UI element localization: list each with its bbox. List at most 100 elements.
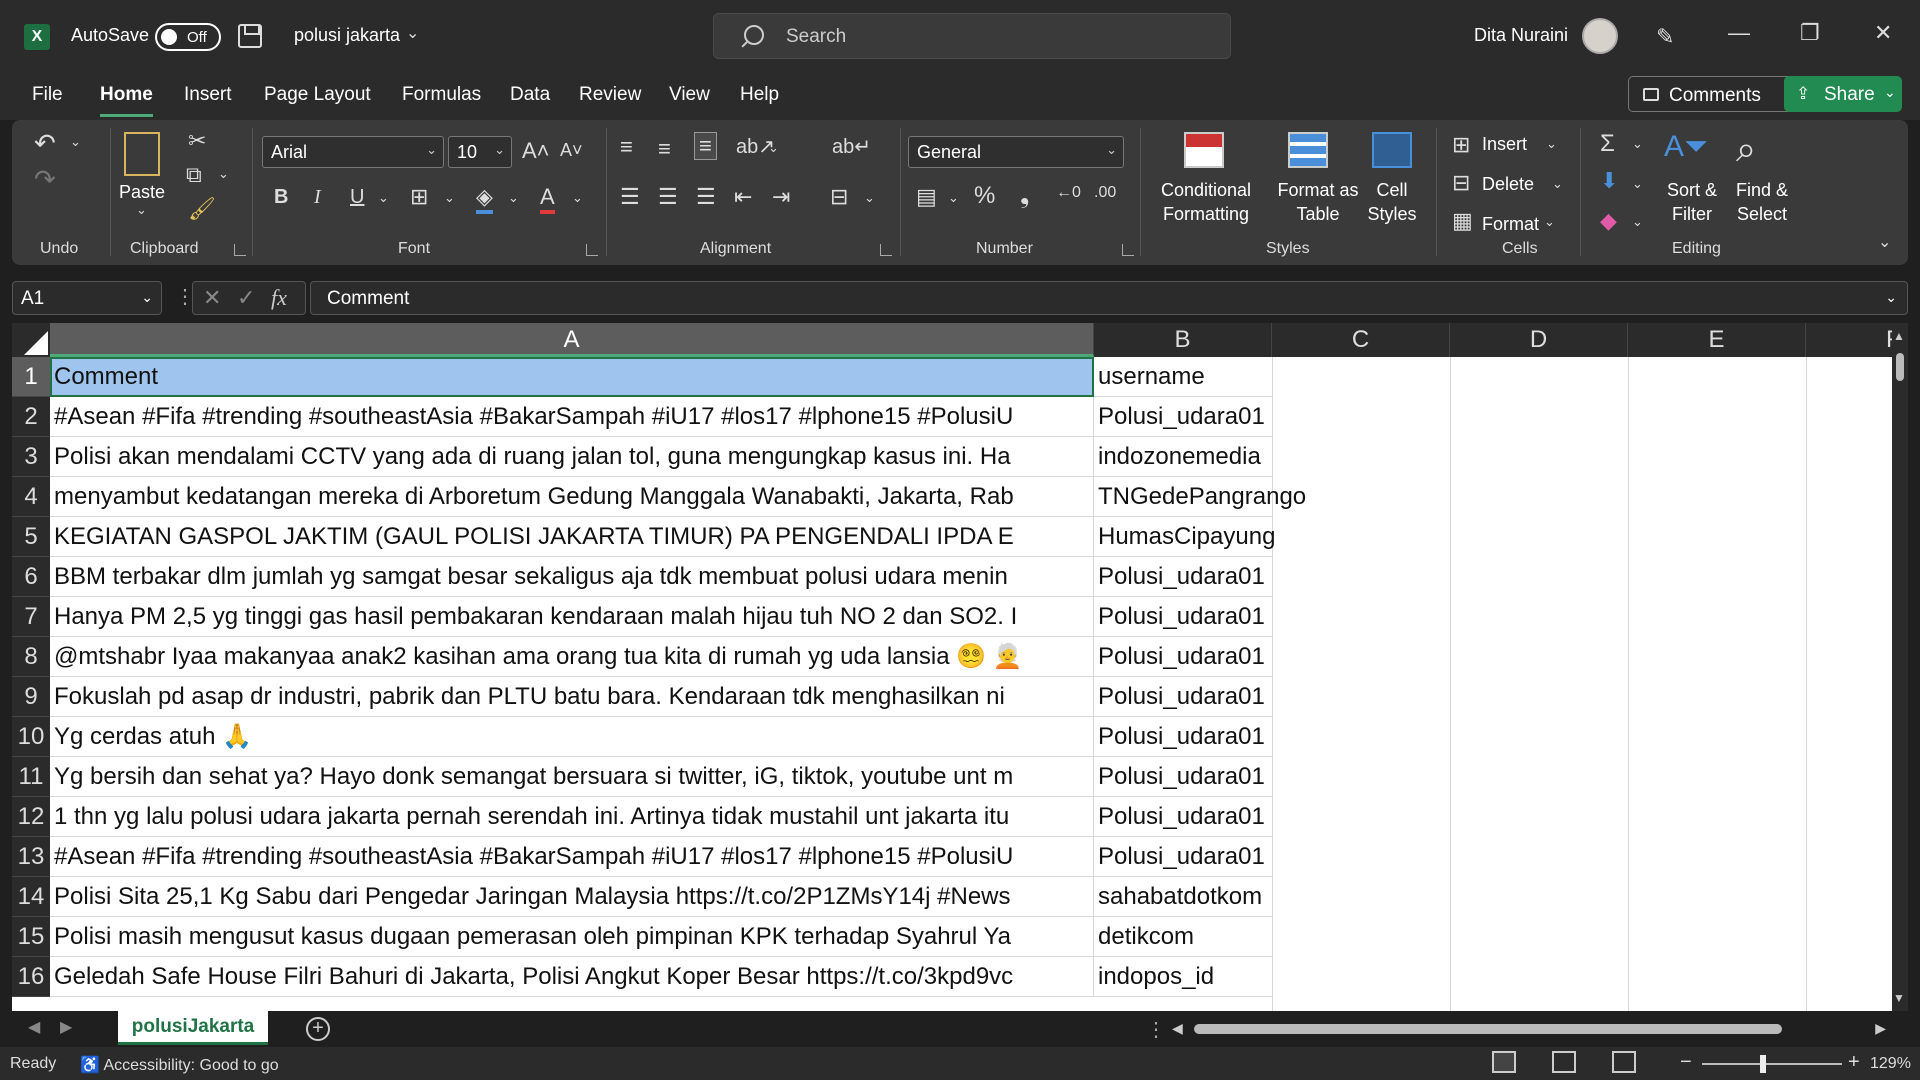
horizontal-scrollbar[interactable]: ◀ ▶ [1172,1017,1886,1041]
chevron-down-icon[interactable]: ⌄ [1544,214,1555,230]
row-header[interactable]: 10 [12,717,50,757]
scroll-down-icon[interactable]: ▼ [1893,991,1905,1005]
formula-input[interactable]: Comment ⌄ [310,281,1908,315]
chevron-down-icon[interactable]: ⌄ [141,289,153,306]
increase-font-icon[interactable]: A˄ [522,138,550,164]
find-select-icon[interactable]: ⌕ [1736,128,1756,171]
enter-icon[interactable]: ✓ [237,285,255,311]
percent-icon[interactable]: % [974,182,995,210]
align-center-icon[interactable]: ☰ [658,184,678,210]
delete-label[interactable]: Delete [1482,172,1534,196]
row-header[interactable]: 7 [12,597,50,637]
italic-icon[interactable]: I [314,186,321,209]
decrease-indent-icon[interactable]: ⇤ [734,184,752,210]
cell-username[interactable]: indopos_id [1094,957,1272,997]
format-as-table-line2[interactable]: Table [1268,202,1368,226]
zoom-slider[interactable] [1702,1063,1842,1065]
row-header[interactable]: 13 [12,837,50,877]
decrease-decimal-icon[interactable]: .00 [1094,184,1116,202]
format-as-table-icon[interactable] [1288,132,1328,168]
find-select-line2[interactable]: Select [1722,202,1802,226]
cell-username[interactable]: username [1094,357,1272,397]
comments-button[interactable]: Comments [1628,76,1806,112]
tab-insert[interactable]: Insert [184,84,232,106]
format-cells-icon[interactable]: ▦ [1452,208,1473,234]
zoom-slider-knob[interactable] [1760,1055,1766,1073]
vertical-scrollbar[interactable]: ▲ ▼ [1892,323,1908,1011]
chevron-down-icon[interactable]: ⌄ [1632,176,1643,192]
tab-file[interactable]: File [32,84,63,106]
tab-page-layout[interactable]: Page Layout [264,84,371,106]
cell-comment[interactable]: Yg bersih dan sehat ya? Hayo donk semang… [50,757,1094,797]
cell-comment[interactable]: Polisi Sita 25,1 Kg Sabu dari Pengedar J… [50,877,1094,917]
zoom-level[interactable]: 129% [1870,1055,1911,1073]
cancel-icon[interactable]: ✕ [203,285,221,311]
increase-indent-icon[interactable]: ⇥ [772,184,790,210]
conditional-formatting-icon[interactable] [1184,132,1224,168]
find-select-line1[interactable]: Find & [1722,178,1802,202]
column-header-d[interactable]: D [1450,323,1628,357]
chevron-down-icon[interactable]: ⌄ [1884,84,1896,101]
scroll-thumb[interactable] [1194,1024,1782,1034]
cell-username[interactable]: Polusi_udara01 [1094,797,1272,837]
normal-view-icon[interactable] [1492,1051,1516,1073]
pen-icon[interactable]: ✎ [1656,24,1674,50]
font-color-icon[interactable]: A [540,184,555,214]
chevron-down-icon[interactable]: ⌄ [948,190,959,206]
chevron-down-icon[interactable]: ⌄ [864,190,875,206]
cell-comment[interactable]: menyambut kedatangan mereka di Arboretum… [50,477,1094,517]
cell-comment[interactable]: Polisi akan mendalami CCTV yang ada di r… [50,437,1094,477]
fill-color-icon[interactable]: ◈ [476,184,493,214]
row-header[interactable]: 4 [12,477,50,517]
cut-icon[interactable]: ✂ [188,128,206,154]
cell-styles-line2[interactable]: Styles [1354,202,1430,226]
chevron-down-icon[interactable]: ⌄ [1632,136,1643,152]
conditional-formatting-line1[interactable]: Conditional [1146,178,1266,202]
sort-filter-line1[interactable]: Sort & [1652,178,1732,202]
chevron-down-icon[interactable]: ⌄ [1632,214,1643,230]
wrap-text-icon[interactable]: ab↵ [832,134,871,159]
row-header[interactable]: 9 [12,677,50,717]
align-middle-icon[interactable]: ≡ [658,136,671,162]
copy-icon[interactable]: ⧉ [186,162,202,188]
conditional-formatting-line2[interactable]: Formatting [1146,202,1266,226]
chevron-down-icon[interactable]: ⌄ [406,23,419,43]
comma-style-icon[interactable]: ❟ [1020,182,1029,210]
sort-filter-icon[interactable]: A⏷ [1664,130,1708,164]
delete-cells-icon[interactable]: ⊟ [1452,170,1470,196]
fill-icon[interactable]: ⬇ [1600,168,1618,194]
scroll-right-icon[interactable]: ▶ [1875,1020,1886,1037]
merge-center-icon[interactable]: ⊟ [830,184,848,210]
accessibility-status[interactable]: ♿ Accessibility: Good to go [80,1055,279,1075]
zoom-out-icon[interactable]: − [1680,1051,1692,1074]
dialog-launcher-icon[interactable] [1122,244,1134,256]
row-header[interactable]: 1 [12,357,50,397]
more-options-icon[interactable]: ⋮ [1146,1017,1166,1042]
cell-username[interactable]: Polusi_udara01 [1094,637,1272,677]
clear-icon[interactable]: ◆ [1600,208,1617,234]
underline-icon[interactable]: U [350,186,364,209]
cell-comment[interactable]: #Asean #Fifa #trending #southeastAsia #B… [50,397,1094,437]
align-left-icon[interactable]: ☰ [620,184,640,210]
cell-username[interactable]: HumasCipayung [1094,517,1275,557]
dialog-launcher-icon[interactable] [880,244,892,256]
row-header[interactable]: 16 [12,957,50,997]
row-header[interactable]: 2 [12,397,50,437]
scroll-up-icon[interactable]: ▲ [1893,329,1905,343]
cell-username[interactable]: Polusi_udara01 [1094,757,1272,797]
cell-username[interactable]: sahabatdotkom [1094,877,1272,917]
autosum-icon[interactable]: Σ [1600,130,1615,158]
format-as-table-line1[interactable]: Format as [1268,178,1368,202]
zoom-in-icon[interactable]: + [1848,1051,1860,1074]
align-right-icon[interactable]: ☰ [696,184,716,210]
chevron-down-icon[interactable]: ⌄ [444,190,455,206]
chevron-down-icon[interactable]: ⌄ [572,190,583,206]
cell-comment[interactable]: @mtshabr Iyaa makanyaa anak2 kasihan ama… [50,637,1094,677]
cell-username[interactable]: indozonemedia [1094,437,1272,477]
align-top-icon[interactable]: ≡ [620,134,633,160]
page-layout-view-icon[interactable] [1552,1051,1576,1073]
search-box[interactable]: Search [713,13,1231,59]
chevron-down-icon[interactable]: ⌄ [1552,176,1563,192]
cell-comment[interactable]: Yg cerdas atuh 🙏 [50,717,1094,757]
tab-help[interactable]: Help [740,84,779,106]
